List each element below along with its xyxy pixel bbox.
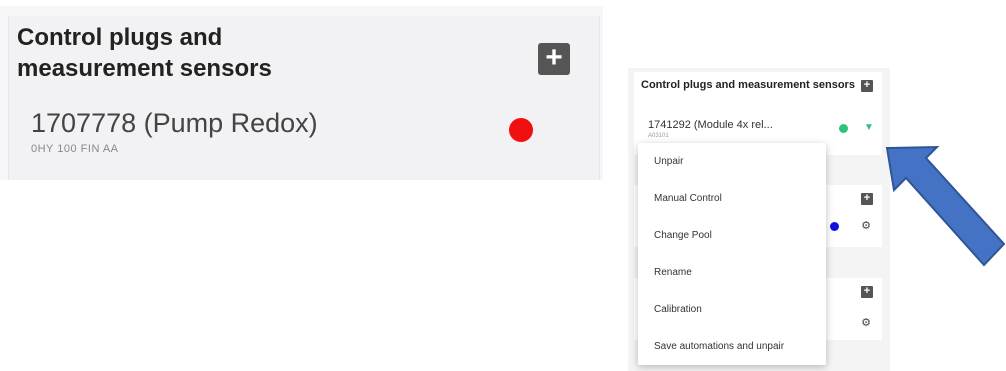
device-subtitle: A03101 [648, 133, 669, 139]
menu-item-manual-control[interactable]: Manual Control [654, 193, 722, 204]
arrow-shape [885, 145, 1006, 267]
add-device-button[interactable]: + [538, 43, 570, 75]
gear-icon[interactable]: ⚙ [860, 220, 872, 232]
menu-item-change-pool[interactable]: Change Pool [654, 230, 712, 241]
add-device-button[interactable]: + [861, 286, 873, 298]
status-dot-icon [509, 118, 533, 142]
status-dot-icon [830, 222, 839, 231]
menu-item-save-automations-and-unpair[interactable]: Save automations and unpair [654, 341, 784, 352]
gear-icon[interactable]: ⚙ [860, 317, 872, 329]
card-title: Control plugs and measurement sensors [17, 24, 272, 82]
menu-item-calibration[interactable]: Calibration [654, 304, 702, 315]
wifi-icon[interactable]: ▼ [862, 122, 876, 134]
device-name[interactable]: 1707778 (Pump Redox) [31, 108, 318, 139]
plus-icon: + [545, 41, 563, 74]
plus-icon: + [863, 79, 871, 91]
plus-icon: + [863, 285, 871, 297]
plus-icon: + [863, 192, 871, 204]
status-dot-icon [839, 124, 848, 133]
card-title: Control plugs and measurement sensors [641, 79, 855, 91]
device-context-menu: Unpair Manual Control Change Pool Rename… [638, 143, 826, 365]
menu-item-rename[interactable]: Rename [654, 267, 692, 278]
add-device-button[interactable]: + [861, 193, 873, 205]
device-subtitle: 0HY 100 FIN AA [31, 143, 119, 155]
device-name[interactable]: 1741292 (Module 4x rel... [648, 119, 773, 131]
menu-item-unpair[interactable]: Unpair [654, 156, 683, 167]
add-device-button[interactable]: + [861, 80, 873, 92]
